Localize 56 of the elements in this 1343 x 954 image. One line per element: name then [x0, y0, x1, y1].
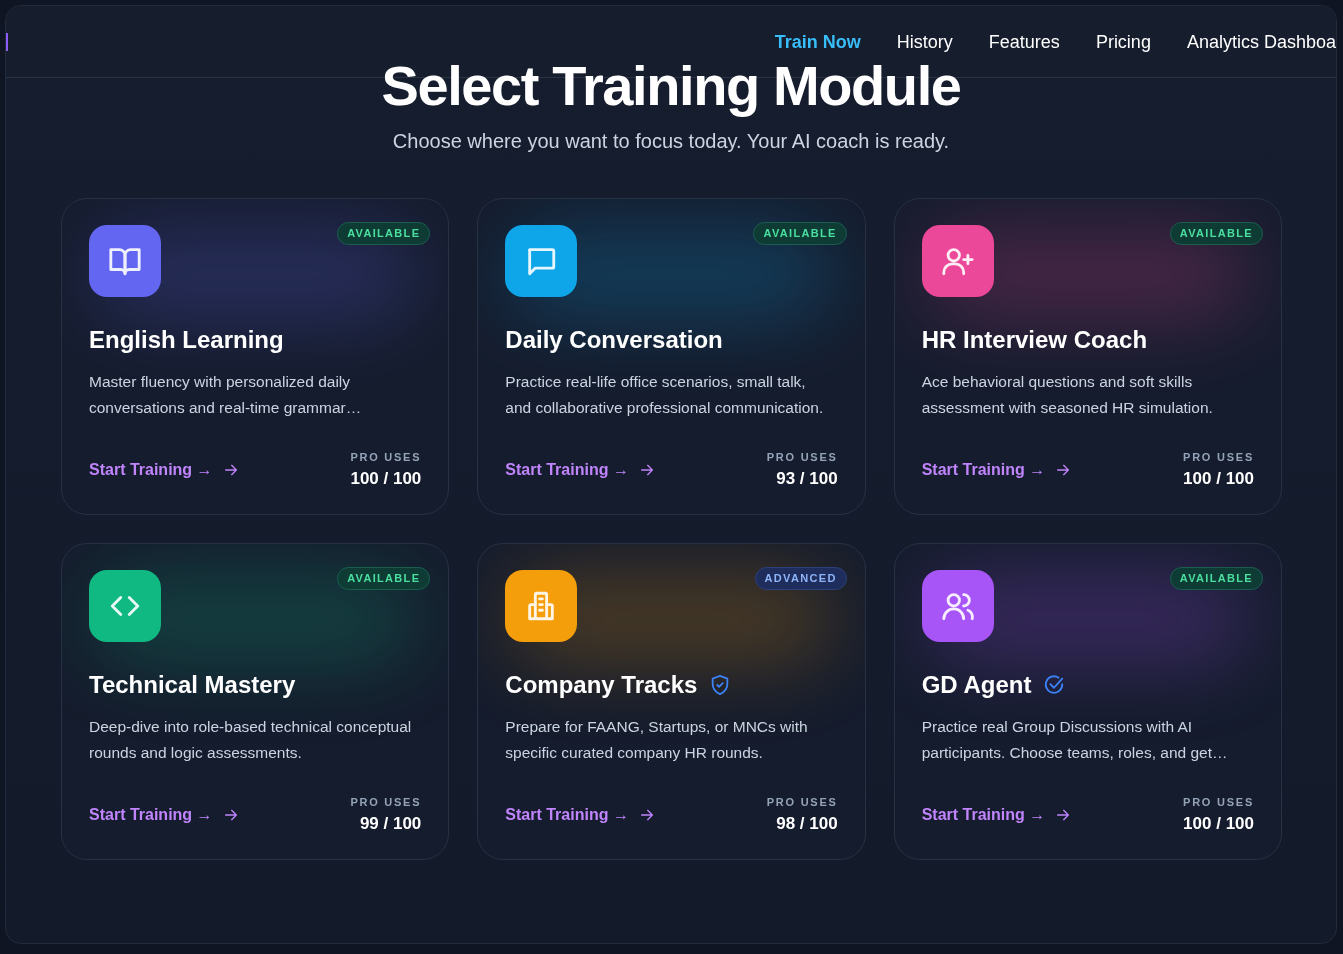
module-title: Daily Conversation: [505, 325, 723, 355]
uses-label: PRO USES: [1183, 450, 1254, 465]
start-training-link[interactable]: Start Training →: [921, 458, 1072, 482]
start-training-link[interactable]: Start Training →: [89, 803, 239, 827]
arrow-right-icon: [1055, 462, 1072, 478]
check-circle-icon: [1043, 674, 1066, 696]
uses-count: 100 / 100: [350, 467, 422, 490]
nav-link[interactable]: Pricing: [1095, 29, 1151, 56]
uses-label: PRO USES: [766, 795, 838, 810]
uses-count: 100 / 100: [1183, 812, 1254, 835]
uses-count: 99 / 100: [359, 812, 422, 835]
module-title: Technical Mastery: [89, 670, 296, 700]
nav-link[interactable]: History: [896, 29, 953, 56]
module-title: English Learning: [89, 325, 284, 355]
module-description: Prepare for FAANG, Startups, or MNCs with specific curated company HR rounds.: [505, 717, 809, 763]
module-description: Master fluency with personalized daily conversations and real-time grammar…: [89, 372, 363, 418]
status-badge: AVAILABLE: [1169, 567, 1263, 590]
status-badge: AVAILABLE: [337, 567, 431, 590]
module-description: Ace behavioral questions and soft skills assessment with seasoned HR simulation.: [921, 372, 1214, 418]
uses-count: 100 / 100: [1183, 467, 1254, 490]
module-description: Deep-dive into role-based technical conceptual rounds and logic assessments.: [89, 717, 413, 763]
arrow-right-icon: [638, 807, 655, 823]
page-title: Select Training Module: [380, 54, 962, 118]
status-badge: AVAILABLE: [753, 222, 847, 245]
uses-count: 98 / 100: [776, 812, 838, 835]
page-subtitle: Choose where you want to focus today. Your AI coach is ready.: [391, 129, 951, 154]
arrow-right-icon: [222, 462, 239, 478]
uses-label: PRO USES: [1183, 795, 1254, 810]
module-card[interactable]: AVAILABLE HR Interview Coach Ace behavioral questions and soft skills assessment with seasoned HR simulation. Start Training → PRO USES 100 / 100: [893, 198, 1282, 515]
uses-label: PRO USES: [350, 795, 422, 810]
module-description: Practice real Group Discussions with AI participants. Choose teams, roles, and get…: [921, 717, 1229, 763]
module-description: Practice real-life office scenarios, small talk, and collaborative professional communication.: [505, 372, 825, 418]
module-card[interactable]: AVAILABLE English Learning Master fluency with personalized daily conversations and real-time grammar… Start Training → PRO USES 100 / 100: [61, 198, 450, 515]
status-badge: ADVANCED: [754, 567, 847, 590]
uses-label: PRO USES: [350, 450, 422, 465]
module-title: HR Interview Coach: [921, 325, 1148, 355]
start-training-link[interactable]: Start Training →: [505, 458, 655, 482]
status-badge: AVAILABLE: [1169, 222, 1263, 245]
module-card[interactable]: AVAILABLE Technical Mastery Deep-dive into role-based technical conceptual rounds and logic assessments. Start Training → PRO USES 99 / 100: [61, 543, 450, 860]
arrow-right-icon: [638, 462, 655, 478]
module-card[interactable]: AVAILABLE GD Agent Practice real Group Discussions with AI participants. Choose teams, roles, and get… Start Training → PRO USES 100 / 100: [893, 543, 1282, 860]
start-training-link[interactable]: Start Training →: [921, 803, 1072, 827]
uses-count: 93 / 100: [776, 467, 838, 490]
start-training-link[interactable]: Start Training →: [505, 803, 655, 827]
module-card[interactable]: ADVANCED Company Tracks Prepare for FAANG, Startups, or MNCs with specific curated company HR rounds. Start Training → PRO USES 98 / 100: [477, 543, 866, 860]
module-card[interactable]: AVAILABLE Daily Conversation Practice real-life office scenarios, small talk, and collaborative professional communication. Start Training → PRO USES 93 / 100: [477, 198, 866, 515]
module-title: GD Agent: [921, 670, 1032, 700]
nav-link[interactable]: Features: [988, 29, 1060, 56]
status-badge: AVAILABLE: [337, 222, 431, 245]
arrow-right-icon: [222, 807, 239, 823]
uses-label: PRO USES: [766, 450, 838, 465]
module-title: Company Tracks: [505, 670, 698, 700]
nav-link[interactable]: Train Now: [774, 29, 861, 56]
arrow-right-icon: [1055, 807, 1072, 823]
start-training-link[interactable]: Start Training →: [89, 458, 239, 482]
nav-link[interactable]: Analytics Dashboa: [1186, 29, 1336, 56]
